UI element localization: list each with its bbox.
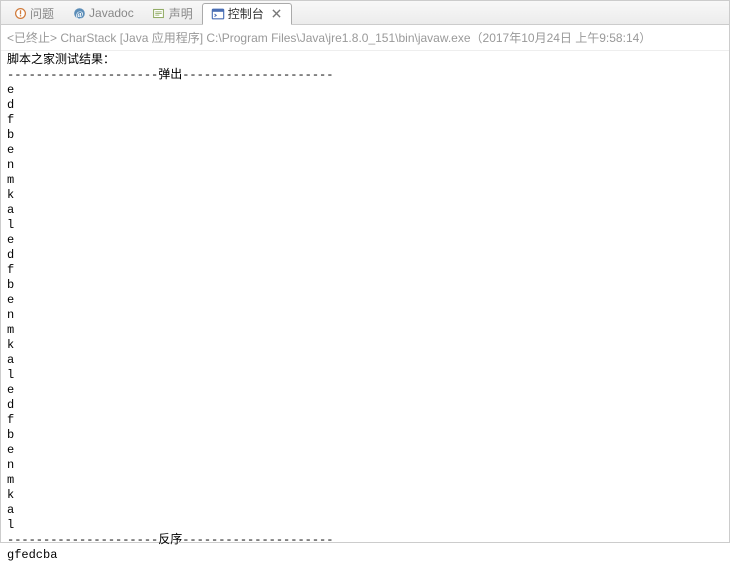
javadoc-icon: @ <box>72 6 86 20</box>
tab-bar: 问题 @ Javadoc 声明 控制台 <box>1 1 729 25</box>
close-icon[interactable] <box>271 8 283 20</box>
declaration-icon <box>152 6 166 20</box>
tab-console-label: 控制台 <box>228 5 264 22</box>
tab-javadoc[interactable]: @ Javadoc <box>63 2 143 24</box>
tab-problems[interactable]: 问题 <box>4 2 63 24</box>
tab-declaration-label: 声明 <box>169 5 193 22</box>
tab-console[interactable]: 控制台 <box>202 3 292 25</box>
problems-icon <box>13 6 27 20</box>
tab-problems-label: 问题 <box>30 5 54 22</box>
tab-javadoc-label: Javadoc <box>89 6 134 20</box>
console-icon <box>211 7 225 21</box>
tab-declaration[interactable]: 声明 <box>143 2 202 24</box>
svg-text:@: @ <box>75 9 83 18</box>
console-output: 脚本之家测试结果： ---------------------弹出-------… <box>1 51 729 565</box>
terminated-status: <已终止> CharStack [Java 应用程序] C:\Program F… <box>1 25 729 51</box>
